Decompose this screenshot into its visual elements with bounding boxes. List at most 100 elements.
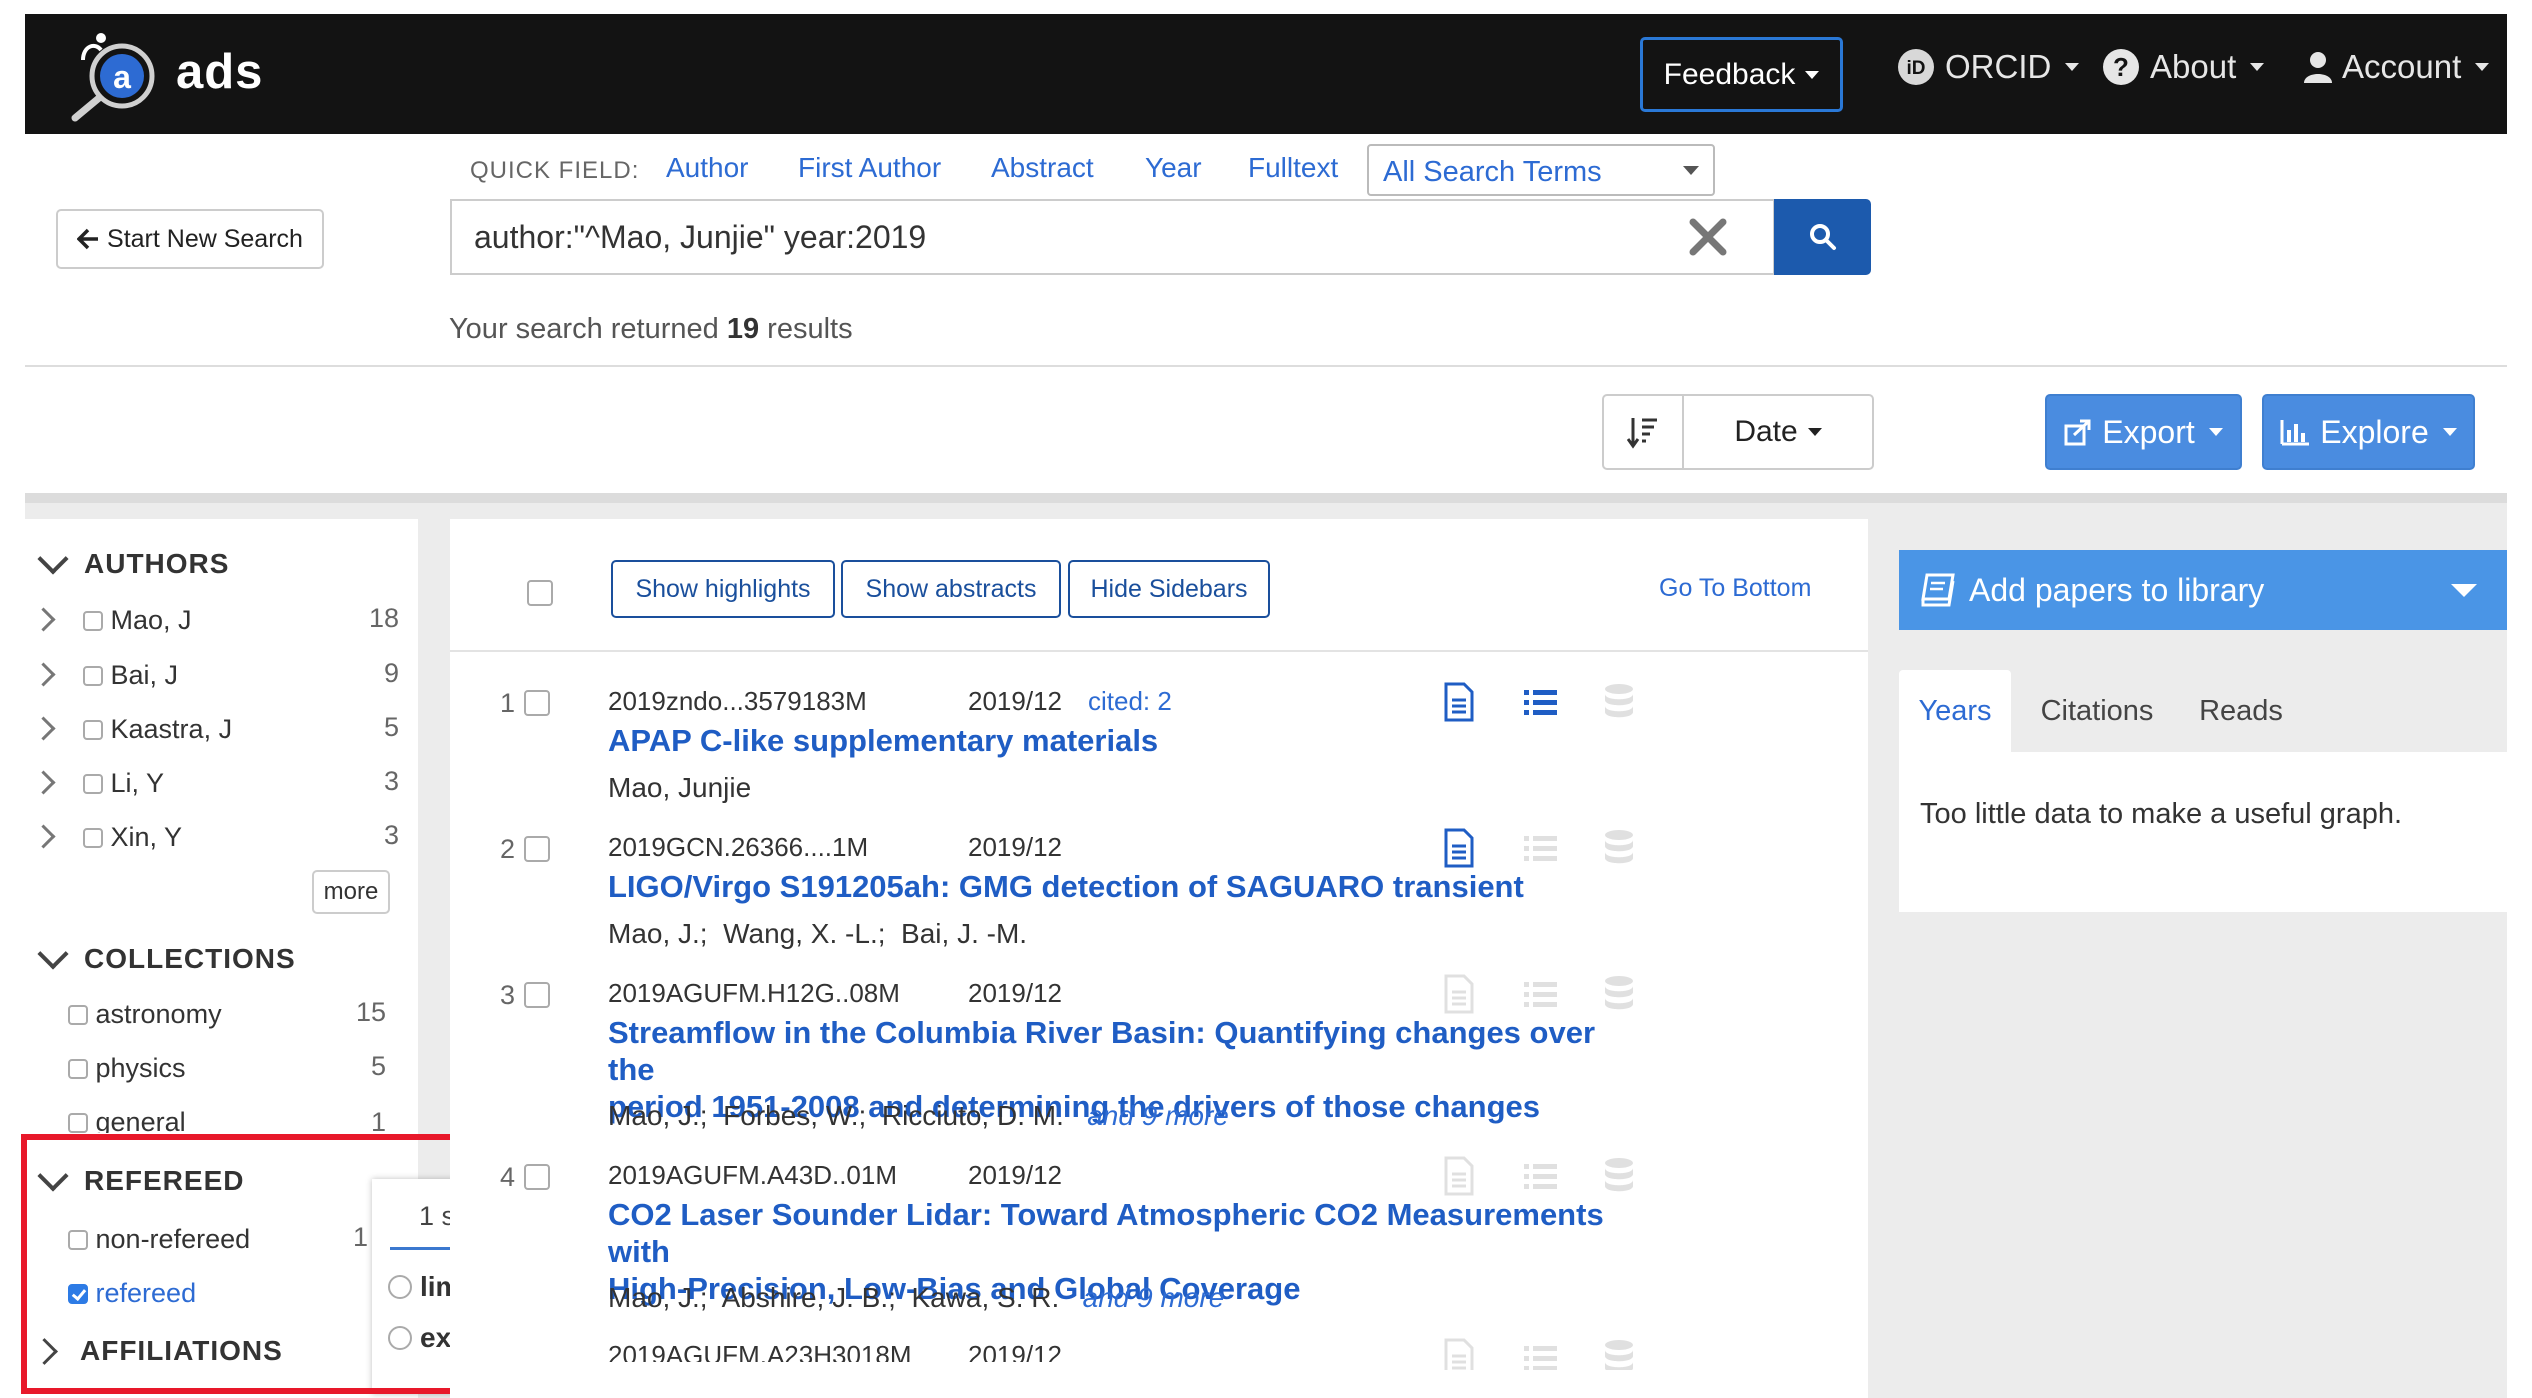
add-papers-to-library-bar[interactable]: Add papers to library xyxy=(1899,550,2507,630)
caret-down-icon xyxy=(2442,428,2457,436)
checkbox[interactable] xyxy=(83,610,103,631)
svg-text:?: ? xyxy=(2113,52,2129,82)
start-new-search-button[interactable]: Start New Search xyxy=(56,209,324,269)
facet-author-kaastra[interactable]: Kaastra, J xyxy=(83,714,232,745)
result-title[interactable]: LIGO/Virgo S191205ah: GMG detection of S… xyxy=(608,868,1524,905)
result-bibcode[interactable]: 2019AGUFM.A23H3018M xyxy=(608,1340,911,1362)
result-date: 2019/12 xyxy=(968,1160,1062,1190)
caret-down-icon xyxy=(2208,428,2223,436)
sort-direction-button[interactable] xyxy=(1604,396,1684,468)
quick-field-abstract[interactable]: Abstract xyxy=(991,152,1094,184)
references-list-icon[interactable] xyxy=(1524,690,1557,715)
facet-author-li[interactable]: Li, Y xyxy=(83,768,164,799)
result-checkbox[interactable] xyxy=(524,1164,550,1190)
bar-chart-icon xyxy=(2280,420,2310,446)
result-checkbox[interactable] xyxy=(524,690,550,716)
full-text-sources-icon[interactable] xyxy=(1444,682,1474,722)
chevron-right-icon[interactable] xyxy=(31,662,56,687)
explore-button[interactable]: Explore xyxy=(2262,394,2475,470)
result-bibcode[interactable]: 2019AGUFM.H12G..08M xyxy=(608,978,900,1009)
facet-collections-header[interactable]: COLLECTIONS xyxy=(37,938,296,975)
search-icon xyxy=(1809,224,1836,250)
result-checkbox[interactable] xyxy=(524,836,550,862)
show-highlights-button[interactable]: Show highlights xyxy=(611,560,835,618)
result-number: 2 xyxy=(500,834,516,864)
quick-field-fulltext[interactable]: Fulltext xyxy=(1248,152,1338,184)
facet-authors-title: AUTHORS xyxy=(84,548,230,579)
caret-down-icon xyxy=(2451,584,2477,597)
clear-search-icon[interactable] xyxy=(1683,212,1733,262)
result-more-authors[interactable]: and 9 more xyxy=(1083,1282,1225,1313)
facet-author-mao[interactable]: Mao, J xyxy=(83,605,192,636)
checkbox[interactable] xyxy=(68,1112,88,1133)
divider xyxy=(25,365,2507,367)
result-bibcode[interactable]: 2019AGUFM.A43D..01M xyxy=(608,1160,897,1191)
facet-more-button[interactable]: more xyxy=(312,870,390,914)
logo-text[interactable]: ads xyxy=(176,44,263,100)
go-to-bottom-link[interactable]: Go To Bottom xyxy=(1659,574,1811,603)
account-label: Account xyxy=(2342,48,2462,85)
result-bibcode[interactable]: 2019zndo...3579183M xyxy=(608,686,867,717)
facet-count: 3 xyxy=(383,766,399,796)
data-products-icon xyxy=(1605,976,1633,1010)
facet-collection-general[interactable]: general xyxy=(68,1107,186,1133)
search-terms-value: All Search Terms xyxy=(1383,156,1602,188)
ads-logo-icon[interactable]: a xyxy=(65,28,165,123)
select-all-checkbox[interactable] xyxy=(527,580,553,606)
checkbox[interactable] xyxy=(83,719,103,740)
chevron-right-icon[interactable] xyxy=(31,716,56,741)
result-authors: Mao, J.; Forbes, W.; Ricciuto, D. M. xyxy=(608,1100,1064,1131)
quick-field-year[interactable]: Year xyxy=(1145,152,1202,184)
result-number: 4 xyxy=(500,1162,516,1192)
sort-field-dropdown[interactable]: Date xyxy=(1684,396,1872,468)
chevron-right-icon[interactable] xyxy=(31,824,56,849)
result-cited[interactable]: cited: 2 xyxy=(1088,686,1172,717)
checkbox[interactable] xyxy=(83,827,103,848)
quick-field-first-author[interactable]: First Author xyxy=(798,152,941,184)
tab-citations[interactable]: Citations xyxy=(2017,670,2177,752)
search-button[interactable] xyxy=(1774,199,1871,275)
feedback-button[interactable]: Feedback xyxy=(1640,37,1843,112)
orcid-menu[interactable]: iD ORCID xyxy=(1897,48,2080,86)
checkbox[interactable] xyxy=(68,1058,88,1079)
tab-reads[interactable]: Reads xyxy=(2181,670,2301,752)
search-input[interactable]: author:"^Mao, Junjie" year:2019 xyxy=(450,199,1775,275)
facet-collection-physics[interactable]: physics xyxy=(68,1053,186,1084)
hide-sidebars-button[interactable]: Hide Sidebars xyxy=(1068,560,1270,618)
data-products-icon xyxy=(1605,684,1633,718)
chevron-right-icon[interactable] xyxy=(31,607,56,632)
result-authors-line: Mao, J.; Abshire, J. B.; Kawa, S. R. and… xyxy=(608,1282,1224,1314)
facet-count: 18 xyxy=(368,603,399,633)
result-more-authors[interactable]: and 9 more xyxy=(1087,1100,1229,1131)
facet-item: general 1 xyxy=(68,1103,399,1133)
result-number: 3 xyxy=(500,980,516,1010)
search-terms-select[interactable]: All Search Terms xyxy=(1367,144,1715,196)
references-list-icon xyxy=(1524,1346,1557,1370)
caret-down-icon xyxy=(1805,70,1820,79)
about-menu[interactable]: ? About xyxy=(2102,48,2265,86)
checkbox[interactable] xyxy=(83,773,103,794)
result-title[interactable]: APAP C-like supplementary materials xyxy=(608,722,1158,759)
result-bibcode[interactable]: 2019GCN.26366....1M xyxy=(608,832,868,863)
facet-count: 1 xyxy=(370,1107,386,1133)
account-menu[interactable]: Account xyxy=(2304,48,2490,86)
facet-authors-header[interactable]: AUTHORS xyxy=(37,543,230,580)
checkbox[interactable] xyxy=(68,1004,88,1025)
checkbox[interactable] xyxy=(83,665,103,686)
facet-label: physics xyxy=(95,1053,186,1083)
result-date: 2019/12 xyxy=(968,686,1062,716)
facet-author-xin[interactable]: Xin, Y xyxy=(83,822,182,853)
facet-collection-astronomy[interactable]: astronomy xyxy=(68,999,222,1030)
facet-item: Bai, J 9 xyxy=(31,658,399,698)
result-checkbox[interactable] xyxy=(524,982,550,1008)
show-abstracts-button[interactable]: Show abstracts xyxy=(841,560,1061,618)
results-summary: Your search returned 19 results xyxy=(449,313,853,346)
full-text-sources-icon[interactable] xyxy=(1444,828,1474,868)
facet-count: 9 xyxy=(383,658,399,688)
quick-field-author[interactable]: Author xyxy=(666,152,749,184)
tab-years[interactable]: Years xyxy=(1899,670,2011,752)
chevron-right-icon[interactable] xyxy=(31,770,56,795)
facet-author-bai[interactable]: Bai, J xyxy=(83,660,178,691)
full-text-sources-icon xyxy=(1444,974,1474,1014)
export-button[interactable]: Export xyxy=(2045,394,2242,470)
